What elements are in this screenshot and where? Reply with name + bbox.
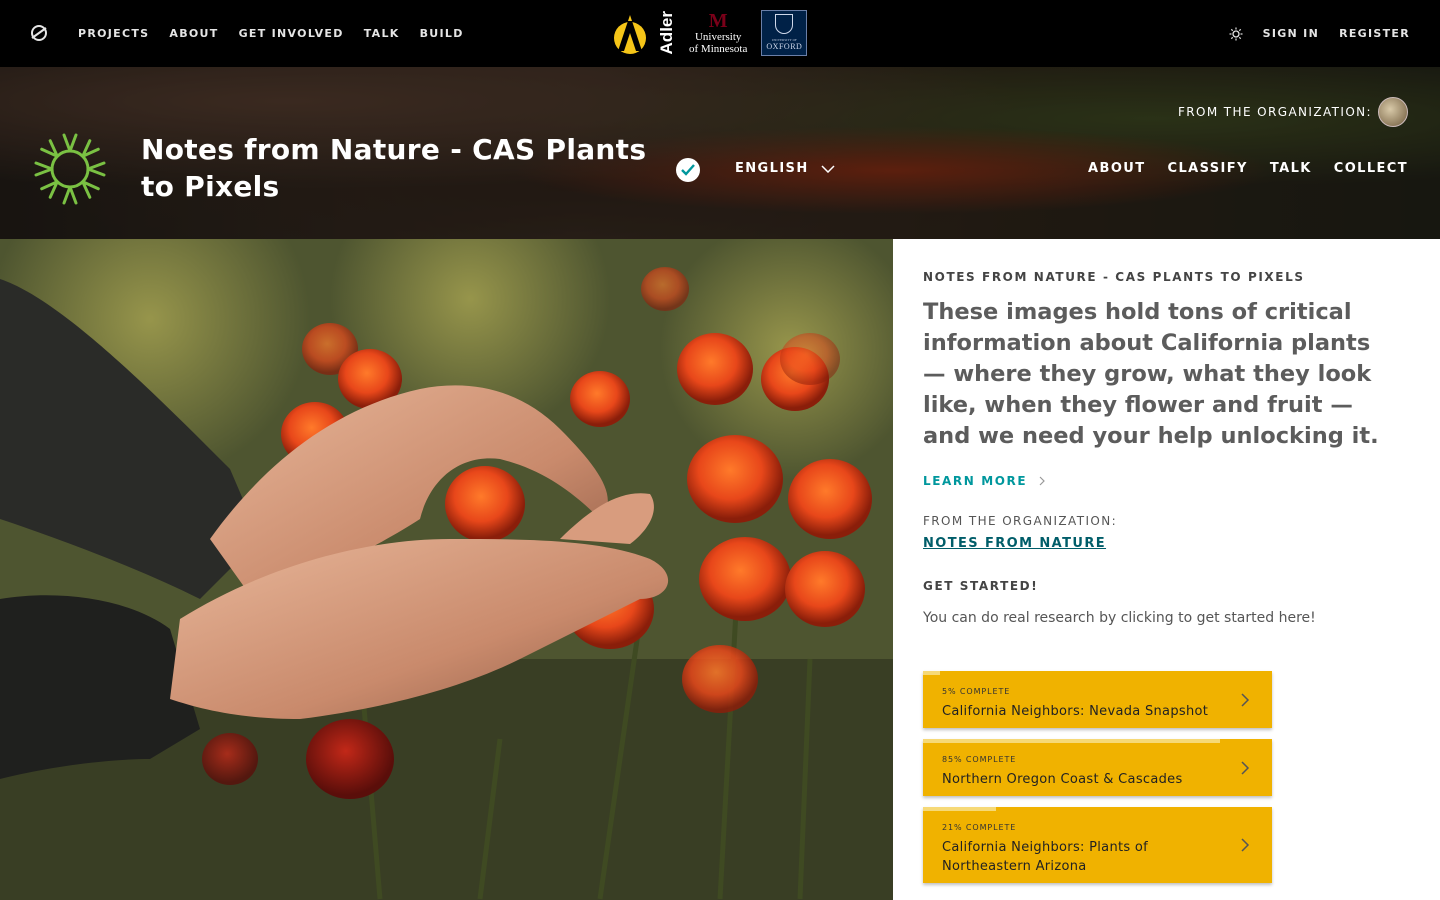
project-nav-collect[interactable]: COLLECT: [1334, 161, 1408, 176]
workflow-button[interactable]: 85% COMPLETE Northern Oregon Coast & Cas…: [923, 739, 1272, 796]
nav-build[interactable]: BUILD: [420, 27, 464, 40]
organization-label: FROM THE ORGANIZATION:: [923, 514, 1118, 528]
workflow-progress-bar: [923, 739, 1220, 743]
workflow-name: California Neighbors: Nevada Snapshot: [942, 704, 1209, 719]
oxford-crest-icon: [775, 14, 794, 34]
project-nav-about[interactable]: ABOUT: [1088, 161, 1145, 176]
get-started-heading: GET STARTED!: [923, 579, 1039, 593]
project-nav-classify[interactable]: CLASSIFY: [1168, 161, 1248, 176]
workflow-name: California Neighbors: Plants of Northeas…: [942, 840, 1149, 874]
chevron-right-icon: [1241, 761, 1250, 775]
get-started-text: You can do real research by clicking to …: [923, 610, 1316, 626]
top-nav: PROJECTS ABOUT GET INVOLVED TALK BUILD A…: [0, 0, 1440, 67]
workflow-progress-bar: [923, 671, 941, 675]
workflow-button[interactable]: 5% COMPLETE California Neighbors: Nevada…: [923, 671, 1272, 728]
oxford-word: OXFORD: [766, 42, 803, 51]
workflow-percent: 21% COMPLETE: [942, 823, 1017, 832]
partner-logos: Adler M University of Minnesota UNIVERSI…: [608, 9, 808, 57]
chevron-down-icon: [821, 164, 835, 173]
header-from-organization[interactable]: FROM THE ORGANIZATION:: [1178, 97, 1408, 127]
umn-line2: of Minnesota: [689, 43, 748, 55]
chevron-right-icon: [1039, 476, 1046, 486]
language-label: ENGLISH: [735, 161, 809, 176]
from-org-label: FROM THE ORGANIZATION:: [1177, 105, 1372, 119]
project-title[interactable]: Notes from Nature - CAS Plants to Pixels: [141, 131, 671, 205]
adler-wordmark: Adler: [657, 11, 676, 55]
project-header: Notes from Nature - CAS Plants to Pixels…: [0, 67, 1440, 239]
adler-star-icon: [614, 15, 646, 54]
umn-logo: M University of Minnesota: [689, 11, 747, 55]
learn-more-label: LEARN MORE: [923, 474, 1028, 488]
workflow-percent: 85% COMPLETE: [942, 755, 1017, 764]
main-nav-links: PROJECTS ABOUT GET INVOLVED TALK BUILD: [78, 0, 484, 67]
project-nav: ABOUT CLASSIFY TALK COLLECT: [1088, 161, 1408, 176]
nav-get-involved[interactable]: GET INVOLVED: [239, 27, 344, 40]
chevron-right-icon: [1241, 693, 1250, 707]
umn-m-icon: M: [708, 10, 728, 32]
oxford-logo: UNIVERSITY OF OXFORD: [761, 10, 808, 56]
sign-in-link[interactable]: SIGN IN: [1263, 27, 1319, 40]
project-info-panel: NOTES FROM NATURE - CAS PLANTS TO PIXELS…: [893, 239, 1440, 900]
organization-link[interactable]: NOTES FROM NATURE: [923, 536, 1106, 551]
theme-toggle-sun-icon[interactable]: [1229, 27, 1243, 41]
organization-avatar[interactable]: [1378, 97, 1408, 127]
learn-more-link[interactable]: LEARN MORE: [923, 474, 1046, 488]
workflow-name: Northern Oregon Coast & Cascades: [942, 772, 1183, 787]
project-nav-talk[interactable]: TALK: [1270, 161, 1312, 176]
project-introduction: These images hold tons of critical infor…: [923, 299, 1379, 449]
zooniverse-logo-icon[interactable]: [30, 24, 48, 42]
workflow-button[interactable]: 21% COMPLETE California Neighbors: Plant…: [923, 807, 1272, 883]
language-selector[interactable]: ENGLISH: [735, 161, 835, 176]
account-nav: SIGN IN REGISTER: [1229, 0, 1410, 67]
register-link[interactable]: REGISTER: [1339, 27, 1410, 40]
verified-badge-icon: [676, 158, 700, 182]
umn-line1: University: [694, 31, 742, 43]
nav-about[interactable]: ABOUT: [169, 27, 218, 40]
workflow-progress-bar: [923, 807, 997, 811]
nav-projects[interactable]: PROJECTS: [78, 27, 149, 40]
project-sunburst-logo-icon[interactable]: [30, 129, 110, 209]
project-hero-image: [0, 239, 893, 900]
workflow-percent: 5% COMPLETE: [942, 687, 1011, 696]
project-kicker: NOTES FROM NATURE - CAS PLANTS TO PIXELS: [923, 270, 1305, 284]
adler-logo: Adler: [608, 11, 676, 55]
chevron-right-icon: [1241, 838, 1250, 852]
nav-talk[interactable]: TALK: [364, 27, 400, 40]
